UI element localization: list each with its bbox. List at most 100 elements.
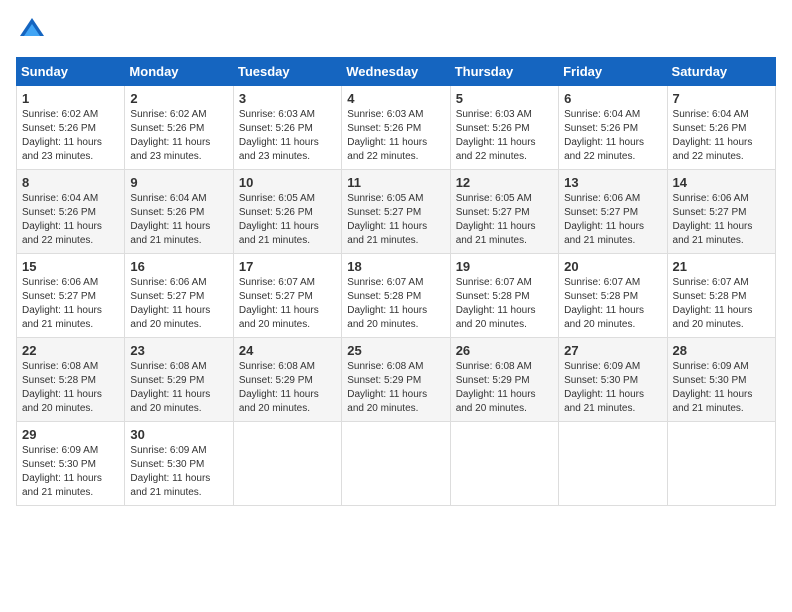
day-cell (559, 422, 667, 506)
logo-text (16, 16, 46, 49)
day-cell: 8 Sunrise: 6:04 AMSunset: 5:26 PMDaylight… (17, 170, 125, 254)
day-number: 24 (239, 343, 336, 358)
day-number: 7 (673, 91, 770, 106)
day-info: Sunrise: 6:03 AMSunset: 5:26 PMDaylight:… (347, 108, 444, 164)
day-cell: 5Sunrise: 6:03 AMSunset: 5:26 PMDaylight… (450, 86, 558, 170)
day-cell: 2Sunrise: 6:02 AMSunset: 5:26 PMDaylight… (125, 86, 233, 170)
day-cell: 28Sunrise: 6:09 AMSunset: 5:30 PMDayligh… (667, 338, 775, 422)
day-info: Sunrise: 6:07 AMSunset: 5:28 PMDaylight:… (564, 276, 661, 332)
day-info: Sunrise: 6:06 AMSunset: 5:27 PMDaylight:… (673, 192, 770, 248)
day-info: Sunrise: 6:05 AMSunset: 5:26 PMDaylight:… (239, 192, 336, 248)
day-number: 27 (564, 343, 661, 358)
header-cell-monday: Monday (125, 58, 233, 86)
day-cell: 11 Sunrise: 6:05 AMSunset: 5:27 PMDayligh… (342, 170, 450, 254)
day-info: Sunrise: 6:04 AMSunset: 5:26 PMDaylight:… (130, 192, 227, 248)
day-number: 3 (239, 91, 336, 106)
calendar-table: SundayMondayTuesdayWednesdayThursdayFrid… (16, 57, 776, 506)
day-cell: 15Sunrise: 6:06 AMSunset: 5:27 PMDayligh… (17, 254, 125, 338)
day-number: 8 (22, 175, 119, 190)
day-cell: 24 Sunrise: 6:08 AMSunset: 5:29 PMDayligh… (233, 338, 341, 422)
day-number: 20 (564, 259, 661, 274)
header-cell-thursday: Thursday (450, 58, 558, 86)
day-cell: 17 Sunrise: 6:07 AMSunset: 5:27 PMDayligh… (233, 254, 341, 338)
day-cell: 7 Sunrise: 6:04 AMSunset: 5:26 PMDaylight… (667, 86, 775, 170)
logo-icon (18, 16, 46, 44)
day-cell: 4 Sunrise: 6:03 AMSunset: 5:26 PMDaylight… (342, 86, 450, 170)
day-info: Sunrise: 6:09 AMSunset: 5:30 PMDaylight:… (564, 360, 661, 416)
week-row-2: 8 Sunrise: 6:04 AMSunset: 5:26 PMDaylight… (17, 170, 776, 254)
day-number: 28 (673, 343, 770, 358)
day-info: Sunrise: 6:05 AMSunset: 5:27 PMDaylight:… (347, 192, 444, 248)
day-cell: 25Sunrise: 6:08 AMSunset: 5:29 PMDayligh… (342, 338, 450, 422)
week-row-5: 29Sunrise: 6:09 AMSunset: 5:30 PMDayligh… (17, 422, 776, 506)
header-cell-sunday: Sunday (17, 58, 125, 86)
day-info: Sunrise: 6:09 AMSunset: 5:30 PMDaylight:… (22, 444, 119, 500)
day-info: Sunrise: 6:03 AMSunset: 5:26 PMDaylight:… (239, 108, 336, 164)
day-info: Sunrise: 6:07 AMSunset: 5:28 PMDaylight:… (673, 276, 770, 332)
day-info: Sunrise: 6:06 AMSunset: 5:27 PMDaylight:… (564, 192, 661, 248)
day-cell: 14 Sunrise: 6:06 AMSunset: 5:27 PMDayligh… (667, 170, 775, 254)
day-info: Sunrise: 6:02 AMSunset: 5:26 PMDaylight:… (22, 108, 119, 164)
day-info: Sunrise: 6:05 AMSunset: 5:27 PMDaylight:… (456, 192, 553, 248)
header-cell-tuesday: Tuesday (233, 58, 341, 86)
day-cell (667, 422, 775, 506)
day-number: 9 (130, 175, 227, 190)
day-cell: 10 Sunrise: 6:05 AMSunset: 5:26 PMDayligh… (233, 170, 341, 254)
day-info: Sunrise: 6:08 AMSunset: 5:29 PMDaylight:… (239, 360, 336, 416)
day-cell: 29Sunrise: 6:09 AMSunset: 5:30 PMDayligh… (17, 422, 125, 506)
day-cell: 1 Sunrise: 6:02 AMSunset: 5:26 PMDaylight… (17, 86, 125, 170)
day-cell: 18 Sunrise: 6:07 AMSunset: 5:28 PMDayligh… (342, 254, 450, 338)
day-cell: 27 Sunrise: 6:09 AMSunset: 5:30 PMDayligh… (559, 338, 667, 422)
day-info: Sunrise: 6:07 AMSunset: 5:28 PMDaylight:… (347, 276, 444, 332)
day-info: Sunrise: 6:04 AMSunset: 5:26 PMDaylight:… (22, 192, 119, 248)
week-row-1: 1 Sunrise: 6:02 AMSunset: 5:26 PMDaylight… (17, 86, 776, 170)
day-number: 30 (130, 427, 227, 442)
calendar-header: SundayMondayTuesdayWednesdayThursdayFrid… (17, 58, 776, 86)
calendar-body: 1 Sunrise: 6:02 AMSunset: 5:26 PMDaylight… (17, 86, 776, 506)
day-info: Sunrise: 6:04 AMSunset: 5:26 PMDaylight:… (673, 108, 770, 164)
day-info: Sunrise: 6:07 AMSunset: 5:27 PMDaylight:… (239, 276, 336, 332)
day-cell (342, 422, 450, 506)
header-cell-friday: Friday (559, 58, 667, 86)
day-cell: 23Sunrise: 6:08 AMSunset: 5:29 PMDayligh… (125, 338, 233, 422)
day-info: Sunrise: 6:08 AMSunset: 5:29 PMDaylight:… (347, 360, 444, 416)
day-cell: 13Sunrise: 6:06 AMSunset: 5:27 PMDayligh… (559, 170, 667, 254)
day-cell: 9 Sunrise: 6:04 AMSunset: 5:26 PMDaylight… (125, 170, 233, 254)
logo (16, 16, 46, 49)
day-number: 21 (673, 259, 770, 274)
day-number: 6 (564, 91, 661, 106)
day-number: 23 (130, 343, 227, 358)
day-number: 14 (673, 175, 770, 190)
day-number: 4 (347, 91, 444, 106)
day-number: 12 (456, 175, 553, 190)
day-cell: 26Sunrise: 6:08 AMSunset: 5:29 PMDayligh… (450, 338, 558, 422)
day-number: 10 (239, 175, 336, 190)
day-number: 22 (22, 343, 119, 358)
day-number: 16 (130, 259, 227, 274)
day-number: 26 (456, 343, 553, 358)
day-info: Sunrise: 6:04 AMSunset: 5:26 PMDaylight:… (564, 108, 661, 164)
day-cell: 20 Sunrise: 6:07 AMSunset: 5:28 PMDayligh… (559, 254, 667, 338)
day-number: 11 (347, 175, 444, 190)
day-number: 5 (456, 91, 553, 106)
day-cell: 22 Sunrise: 6:08 AMSunset: 5:28 PMDayligh… (17, 338, 125, 422)
day-cell (233, 422, 341, 506)
day-cell: 16 Sunrise: 6:06 AMSunset: 5:27 PMDayligh… (125, 254, 233, 338)
day-info: Sunrise: 6:02 AMSunset: 5:26 PMDaylight:… (130, 108, 227, 164)
page-header (16, 16, 776, 49)
day-info: Sunrise: 6:07 AMSunset: 5:28 PMDaylight:… (456, 276, 553, 332)
day-number: 18 (347, 259, 444, 274)
day-cell: 19Sunrise: 6:07 AMSunset: 5:28 PMDayligh… (450, 254, 558, 338)
day-info: Sunrise: 6:06 AMSunset: 5:27 PMDaylight:… (22, 276, 119, 332)
week-row-3: 15Sunrise: 6:06 AMSunset: 5:27 PMDayligh… (17, 254, 776, 338)
day-number: 1 (22, 91, 119, 106)
day-info: Sunrise: 6:06 AMSunset: 5:27 PMDaylight:… (130, 276, 227, 332)
day-info: Sunrise: 6:08 AMSunset: 5:28 PMDaylight:… (22, 360, 119, 416)
week-row-4: 22 Sunrise: 6:08 AMSunset: 5:28 PMDayligh… (17, 338, 776, 422)
day-number: 17 (239, 259, 336, 274)
day-cell: 30Sunrise: 6:09 AMSunset: 5:30 PMDayligh… (125, 422, 233, 506)
header-cell-saturday: Saturday (667, 58, 775, 86)
day-cell: 6 Sunrise: 6:04 AMSunset: 5:26 PMDaylight… (559, 86, 667, 170)
day-cell: 3 Sunrise: 6:03 AMSunset: 5:26 PMDaylight… (233, 86, 341, 170)
day-cell (450, 422, 558, 506)
